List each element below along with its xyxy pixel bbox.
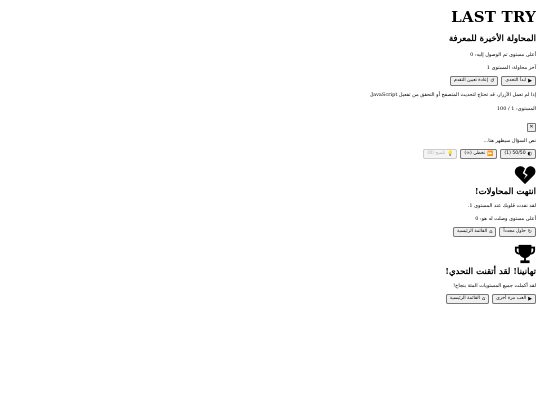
close-icon[interactable]: ✕ <box>527 122 536 132</box>
lightbulb-icon: 💡 <box>447 151 454 157</box>
fast-forward-icon: ⏩ <box>487 151 494 157</box>
win-screen: تهانينا! لقد أتقنت التحدي! لقد أكملت جمي… <box>4 243 536 304</box>
retry-button[interactable]: ↻ حاول مجدداً <box>499 227 536 237</box>
lifeline-hint-button[interactable]: 💡 تلميح (0) <box>423 149 458 159</box>
level-indicator: المستوى: 1 / 100 <box>496 106 536 112</box>
trophy-icon <box>514 244 536 264</box>
game-screen: المستوى: 1 / 100 ✕ نص السؤال سيظهر هنا..… <box>4 106 536 159</box>
home-icon: ⌂ <box>481 296 486 302</box>
app-subtitle: المحاولة الأخيرة للمعرفة <box>448 34 536 44</box>
half-circle-icon: ◐ <box>527 151 532 157</box>
play-icon: ▶ <box>528 78 532 84</box>
lifelines-row: ◐ 50/50 (1) ⏩ تخطي (∞) 💡 تلميح (0) <box>4 149 536 159</box>
game-over-title: انتهت المحاولات! <box>474 187 536 197</box>
start-challenge-button[interactable]: ▶ ابدأ التحدي <box>501 76 536 86</box>
win-title: تهانينا! لقد أتقنت التحدي! <box>445 267 536 277</box>
play-icon: ▶ <box>528 296 532 302</box>
win-actions: ▶ العب مرة أخرى ⌂ القائمة الرئيسية <box>4 294 536 304</box>
app-title: LAST TRY <box>451 8 536 26</box>
reset-progress-button[interactable]: ↺ إعادة تعيين التقدم <box>449 76 499 86</box>
app-container: LAST TRY المحاولة الأخيرة للمعرفة أعلى م… <box>4 0 536 304</box>
lifeline-5050-button[interactable]: ◐ 50/50 (1) <box>500 149 536 159</box>
broken-heart-icon <box>514 166 536 185</box>
start-screen: أعلى مستوى تم الوصول إليه: 0 آخر محاولة:… <box>4 52 536 99</box>
game-over-actions: ↻ حاول مجدداً ⌂ القائمة الرئيسية <box>4 227 536 237</box>
win-message: لقد أكملت جميع المستويات المئة بنجاح! <box>453 283 536 289</box>
undo-icon: ↺ <box>490 78 495 84</box>
js-warning-text: إذا لم تعمل الأزرار، قد تحتاج لتحديث الم… <box>369 92 536 98</box>
game-over-lives-text: لقد نفدت قلوبك عند المستوى 1. <box>467 203 536 209</box>
home-button[interactable]: ⌂ القائمة الرئيسية <box>453 227 497 237</box>
play-again-button[interactable]: ▶ العب مرة أخرى <box>492 294 536 304</box>
question-text: نص السؤال سيظهر هنا... <box>483 138 536 144</box>
lifeline-skip-button[interactable]: ⏩ تخطي (∞) <box>460 149 498 159</box>
redo-icon: ↻ <box>527 229 532 235</box>
home-icon: ⌂ <box>489 229 493 235</box>
win-home-button[interactable]: ⌂ القائمة الرئيسية <box>445 294 490 304</box>
game-over-screen: انتهت المحاولات! لقد نفدت قلوبك عند المس… <box>4 165 536 237</box>
high-level-text: أعلى مستوى تم الوصول إليه: 0 <box>470 52 536 58</box>
game-over-best-text: أعلى مستوى وصلت له هو: 0 <box>475 216 536 222</box>
start-actions: ▶ ابدأ التحدي ↺ إعادة تعيين التقدم <box>4 76 536 86</box>
last-attempt-text: آخر محاولة: المستوى 1 <box>486 65 536 71</box>
